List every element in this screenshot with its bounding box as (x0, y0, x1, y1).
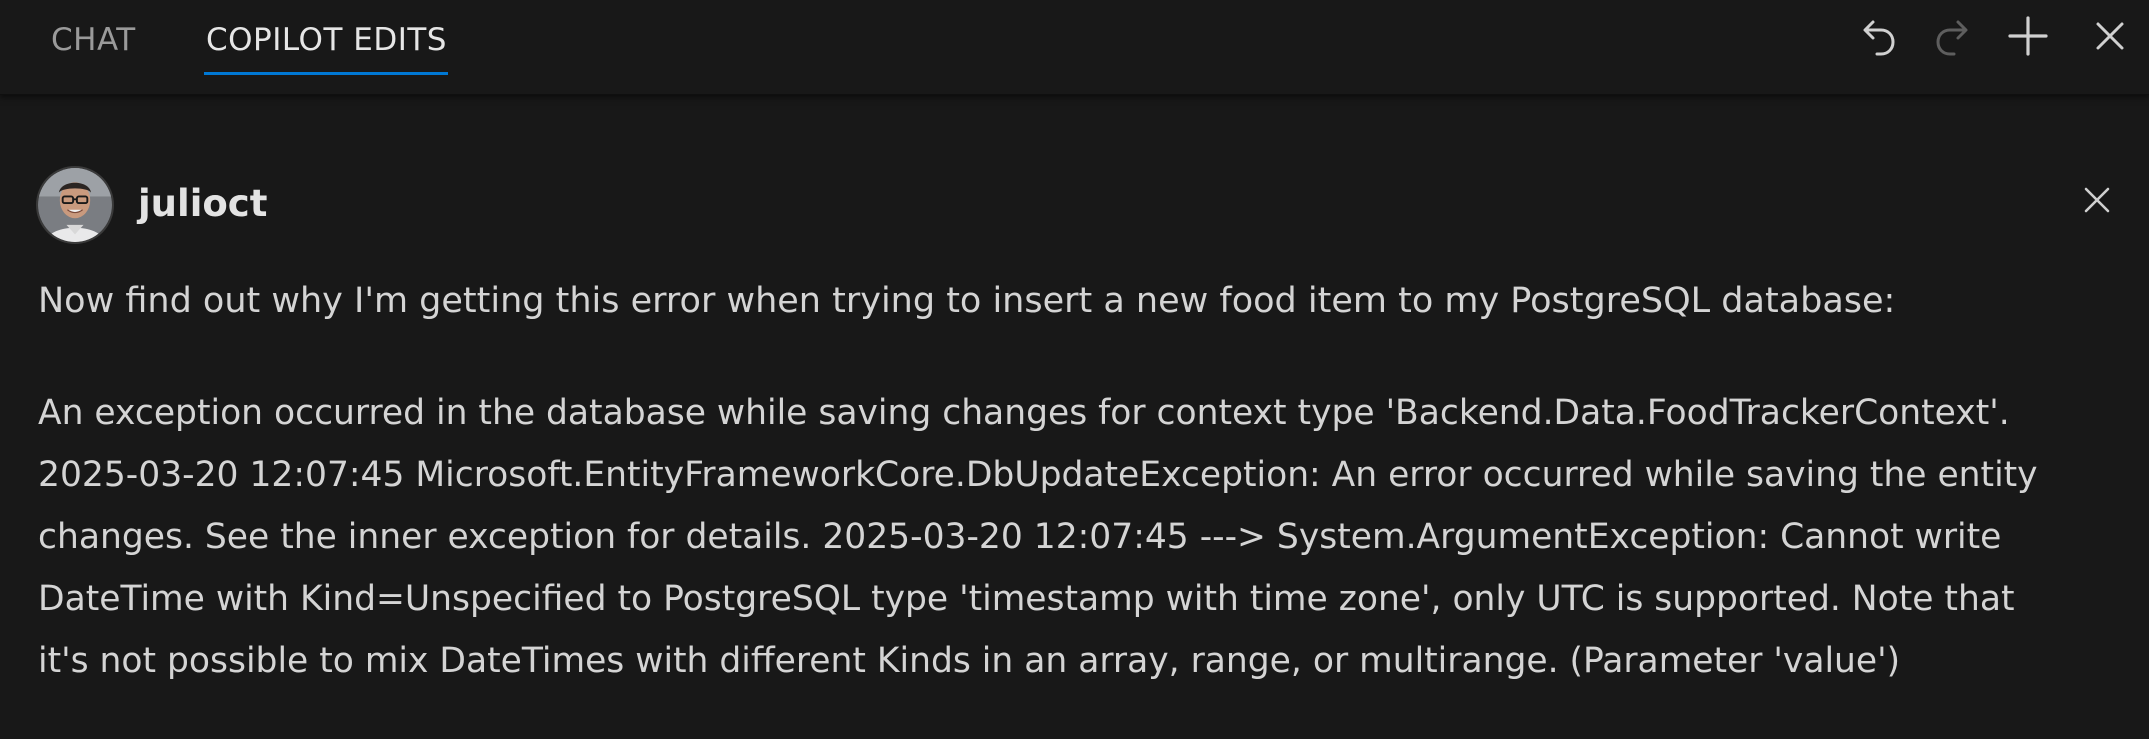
error-line: DateTime with Kind=Unspecified to Postgr… (38, 579, 2015, 619)
close-icon[interactable] (2086, 12, 2134, 60)
panel-header: CHAT COPILOT EDITS (0, 0, 2149, 95)
error-line: 2025-03-20 12:07:45 Microsoft.EntityFram… (38, 455, 2038, 495)
avatar (36, 166, 114, 244)
undo-icon[interactable] (1855, 12, 1903, 60)
username: julioct (138, 182, 268, 225)
message-prompt: Now find out why I'm getting this error … (38, 281, 1896, 321)
error-line: it's not possible to mix DateTimes with … (38, 641, 1901, 681)
error-line: An exception occurred in the database wh… (38, 393, 2010, 433)
tab-copilot-edits[interactable]: COPILOT EDITS (206, 0, 447, 80)
plus-icon[interactable] (2004, 12, 2052, 60)
error-line: changes. See the inner exception for det… (38, 517, 2002, 557)
active-tab-indicator (204, 72, 448, 75)
redo-icon[interactable] (1928, 12, 1976, 60)
tab-chat[interactable]: CHAT (51, 0, 136, 80)
close-icon[interactable] (2077, 180, 2117, 220)
